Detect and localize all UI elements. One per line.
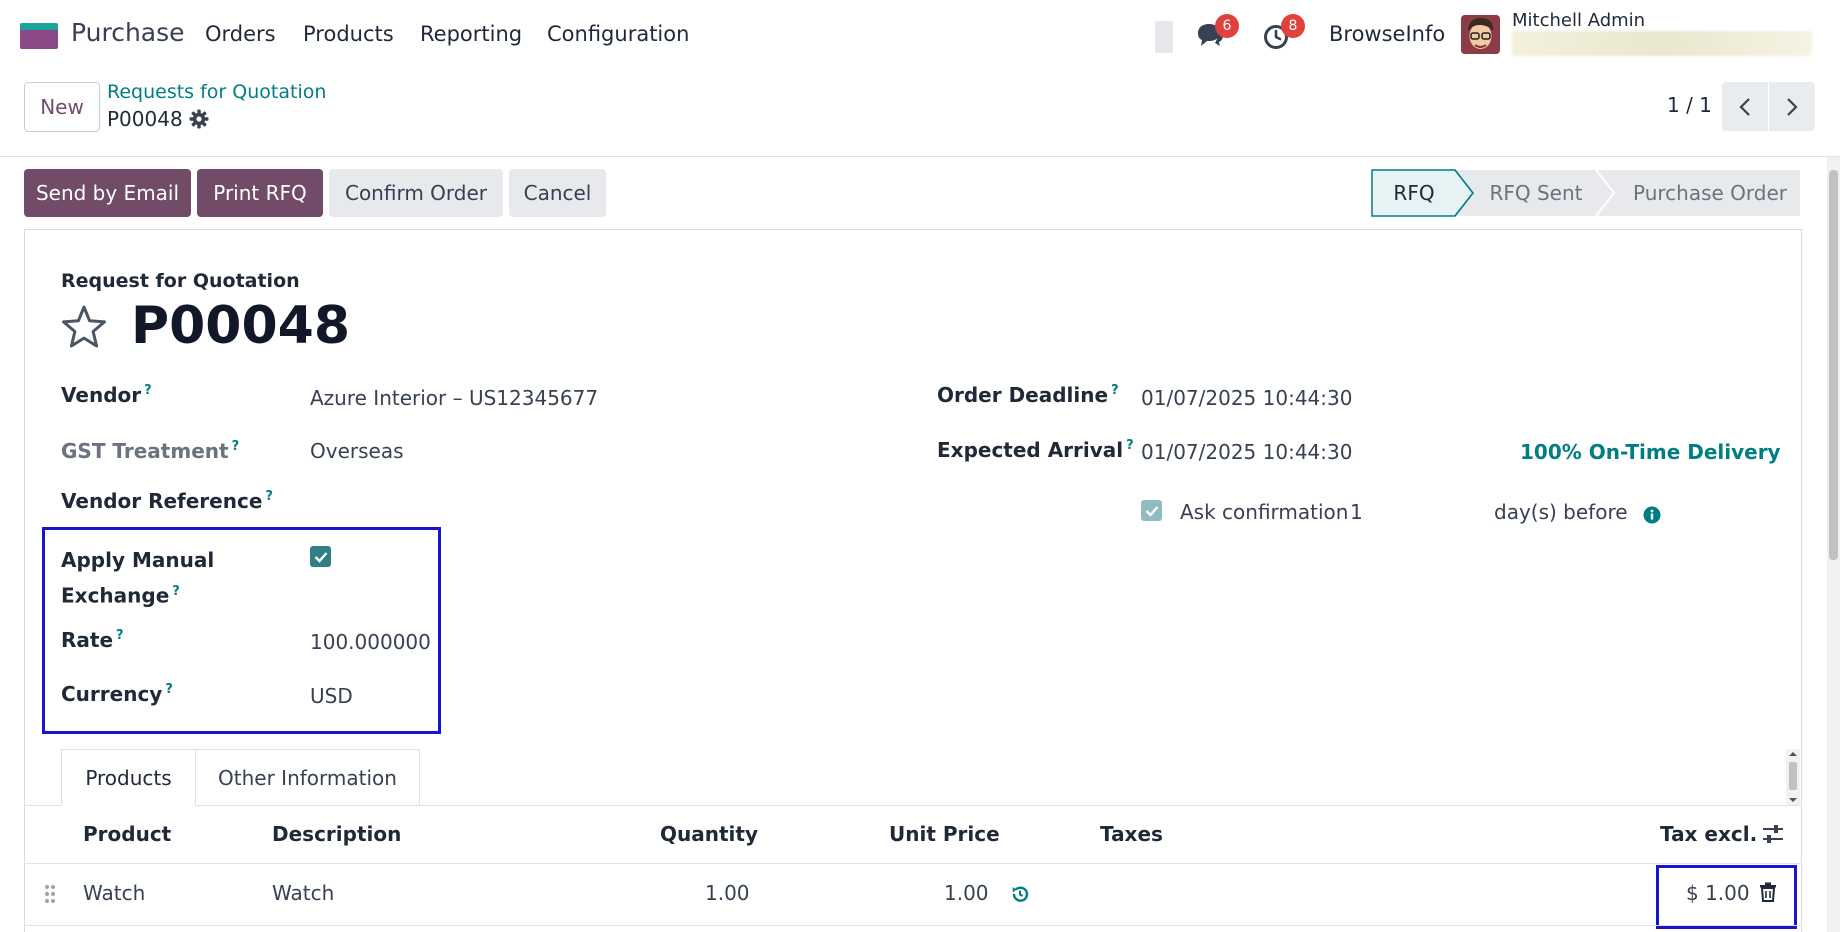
- drag-handle-icon[interactable]: [44, 884, 56, 904]
- column-description[interactable]: Description: [272, 822, 401, 846]
- column-unit-price[interactable]: Unit Price: [889, 822, 1000, 846]
- status-rfq-sent[interactable]: RFQ Sent: [1471, 169, 1601, 217]
- gst-treatment-field[interactable]: Overseas: [310, 439, 404, 463]
- print-rfq-button[interactable]: Print RFQ: [197, 169, 323, 217]
- pager-next-button[interactable]: [1769, 82, 1815, 131]
- cancel-button[interactable]: Cancel: [509, 169, 606, 217]
- control-panel-divider: [0, 156, 1840, 157]
- status-rfq[interactable]: RFQ: [1371, 169, 1457, 217]
- expected-arrival-field[interactable]: 01/07/2025 10:44:30: [1141, 440, 1352, 464]
- column-product[interactable]: Product: [83, 822, 171, 846]
- send-by-email-button[interactable]: Send by Email: [24, 169, 191, 217]
- cell-subtotal: $ 1.00: [1686, 881, 1750, 905]
- cell-description[interactable]: Watch: [272, 881, 334, 905]
- vendor-field[interactable]: Azure Interior – US12345677: [310, 386, 598, 410]
- database-name-blurred: [1512, 31, 1812, 56]
- rate-field[interactable]: 100.000000: [310, 630, 431, 654]
- pager-previous-button[interactable]: [1722, 82, 1768, 131]
- expected-arrival-label: Expected Arrival?: [937, 438, 1134, 462]
- table-row-divider: [24, 925, 1802, 926]
- breadcrumb-requests-for-quotation[interactable]: Requests for Quotation: [107, 81, 326, 103]
- menu-configuration[interactable]: Configuration: [547, 22, 689, 46]
- cell-quantity[interactable]: 1.00: [705, 881, 750, 905]
- page-scrollbar-thumb[interactable]: [1829, 170, 1838, 560]
- record-name[interactable]: P00048: [131, 296, 350, 356]
- ask-confirmation-checkbox[interactable]: [1141, 500, 1162, 521]
- trash-icon[interactable]: [1759, 882, 1777, 902]
- history-icon[interactable]: [1010, 884, 1030, 904]
- optional-columns-icon[interactable]: [1762, 823, 1784, 845]
- form-subtitle: Request for Quotation: [61, 270, 300, 292]
- user-name[interactable]: Mitchell Admin: [1512, 10, 1645, 31]
- rate-label: Rate?: [61, 628, 124, 652]
- status-purchase-order[interactable]: Purchase Order: [1619, 169, 1801, 217]
- column-taxes[interactable]: Taxes: [1100, 822, 1163, 846]
- currency-field[interactable]: USD: [310, 684, 353, 708]
- apply-manual-exchange-checkbox[interactable]: [310, 546, 331, 567]
- order-deadline-label: Order Deadline?: [937, 383, 1119, 407]
- activity-count-badge: 8: [1281, 14, 1305, 38]
- info-icon[interactable]: [1643, 505, 1661, 524]
- systray-placeholder[interactable]: [1155, 21, 1173, 53]
- vendor-label: Vendor?: [61, 383, 152, 407]
- cell-product[interactable]: Watch: [83, 881, 145, 905]
- chat-count-badge: 6: [1215, 14, 1239, 38]
- ask-confirmation-days-field[interactable]: 1: [1350, 500, 1363, 524]
- chevron-right-icon: [1787, 97, 1798, 116]
- top-navbar: Purchase Orders Products Reporting Confi…: [0, 0, 1840, 70]
- ask-confirmation-label: Ask confirmation: [1180, 500, 1349, 524]
- cell-unit-price[interactable]: 1.00: [944, 881, 989, 905]
- chevron-left-icon: [1739, 97, 1750, 116]
- check-icon: [1145, 505, 1158, 517]
- user-avatar[interactable]: [1461, 15, 1500, 54]
- tab-products[interactable]: Products: [61, 749, 196, 806]
- currency-label: Currency?: [61, 682, 173, 706]
- gear-icon[interactable]: [189, 109, 209, 129]
- menu-orders[interactable]: Orders: [205, 22, 276, 46]
- column-quantity[interactable]: Quantity: [660, 822, 758, 846]
- column-tax-excl[interactable]: Tax excl.: [1660, 822, 1757, 846]
- vendor-reference-field[interactable]: [310, 486, 610, 516]
- tabs-scrollbar[interactable]: [1786, 749, 1800, 805]
- new-button[interactable]: New: [24, 82, 100, 132]
- vendor-reference-label: Vendor Reference?: [61, 489, 273, 513]
- tab-other-information[interactable]: Other Information: [196, 749, 420, 806]
- confirm-order-button[interactable]: Confirm Order: [329, 169, 503, 217]
- menu-reporting[interactable]: Reporting: [420, 22, 522, 46]
- pager-value[interactable]: 1 / 1: [1667, 93, 1712, 117]
- favorite-star-icon[interactable]: [59, 302, 109, 352]
- breadcrumb-current-record: P00048: [107, 107, 183, 131]
- gst-treatment-label: GST Treatment?: [61, 439, 240, 463]
- purchase-app-icon[interactable]: [20, 23, 58, 49]
- company-switcher[interactable]: BrowseInfo: [1329, 22, 1445, 46]
- apply-manual-exchange-label: Apply Manual Exchange?: [61, 548, 215, 608]
- on-time-delivery-link[interactable]: 100% On-Time Delivery: [1520, 440, 1781, 464]
- status-bar: RFQ RFQ Sent Purchase Order: [1371, 169, 1801, 217]
- order-deadline-field[interactable]: 01/07/2025 10:44:30: [1141, 386, 1352, 410]
- menu-products[interactable]: Products: [303, 22, 394, 46]
- days-before-label: day(s) before: [1494, 500, 1628, 524]
- check-icon: [314, 551, 327, 563]
- app-name[interactable]: Purchase: [71, 18, 185, 47]
- tabs-divider: [24, 805, 1802, 806]
